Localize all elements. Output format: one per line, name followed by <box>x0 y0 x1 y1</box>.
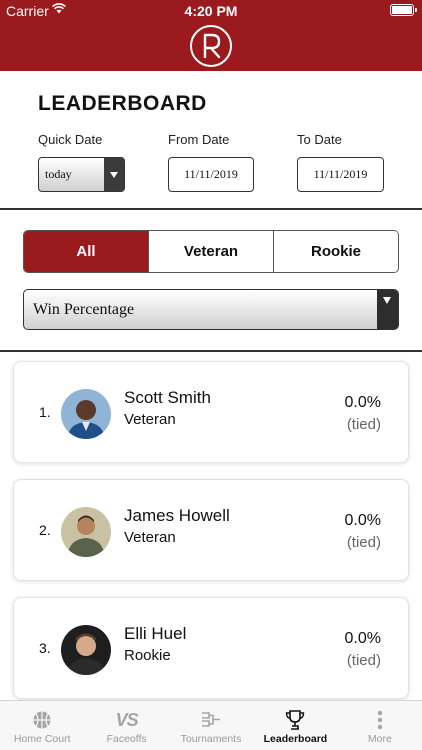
win-percentage: 0.0% <box>344 512 381 529</box>
tab-tournaments[interactable]: Tournaments <box>169 701 253 750</box>
filters-divider <box>0 208 422 210</box>
tab-home-court[interactable]: Home Court <box>0 701 84 750</box>
tab-faceoffs[interactable]: VS Faceoffs <box>84 701 168 750</box>
quick-date-value: today <box>45 167 72 181</box>
avatar <box>61 625 111 675</box>
to-date-field[interactable]: 11/11/2019 <box>297 157 384 192</box>
vs-icon: VS <box>115 709 139 730</box>
leaderboard-card[interactable]: 3. Elli Huel Rookie 0.0% (tied) <box>13 597 409 699</box>
page-title: LEADERBOARD <box>38 92 207 115</box>
bottom-tab-bar: Home Court VS Faceoffs Tournaments Leade… <box>0 700 422 750</box>
r-logo-icon <box>190 25 232 67</box>
tier-segmented-control: All Veteran Rookie <box>23 230 399 273</box>
segment-all[interactable]: All <box>24 231 148 272</box>
quick-date-select[interactable]: today <box>38 157 125 192</box>
metric-select[interactable]: Win Percentage <box>23 289 399 330</box>
tab-label: Tournaments <box>180 733 242 745</box>
from-date-label: From Date <box>168 132 230 147</box>
leaderboard-card[interactable]: 2. James Howell Veteran 0.0% (tied) <box>13 479 409 581</box>
list-divider <box>0 350 422 352</box>
to-date-label: To Date <box>297 132 342 147</box>
metric-value: Win Percentage <box>33 301 135 318</box>
tie-note: (tied) <box>346 416 381 433</box>
rank-number: 2. <box>39 522 51 538</box>
player-tier: Rookie <box>124 647 171 664</box>
quick-date-label: Quick Date <box>38 132 103 147</box>
avatar <box>61 389 111 439</box>
tab-more[interactable]: More <box>338 701 422 750</box>
status-bar: Carrier 4:20 PM <box>0 0 422 22</box>
dropdown-arrow-icon <box>377 290 398 329</box>
tab-label: Faceoffs <box>106 733 147 745</box>
leaderboard-card[interactable]: 1. Scott Smith Veteran 0.0% (tied) <box>13 361 409 463</box>
battery-icon <box>390 4 417 16</box>
bracket-icon <box>199 709 223 731</box>
avatar <box>61 507 111 557</box>
player-tier: Veteran <box>124 529 176 546</box>
tie-note: (tied) <box>346 652 381 669</box>
from-date-field[interactable]: 11/11/2019 <box>168 157 254 192</box>
player-name: James Howell <box>124 506 230 525</box>
tab-label: Home Court <box>13 733 71 745</box>
segment-veteran[interactable]: Veteran <box>148 231 273 272</box>
win-percentage: 0.0% <box>344 394 381 411</box>
player-tier: Veteran <box>124 411 176 428</box>
basketball-icon <box>30 709 54 731</box>
more-vertical-icon <box>368 709 392 731</box>
segment-rookie[interactable]: Rookie <box>273 231 398 272</box>
rank-number: 3. <box>39 640 51 656</box>
status-time: 4:20 PM <box>184 3 238 19</box>
tab-label: Leaderboard <box>263 733 328 745</box>
tab-leaderboard[interactable]: Leaderboard <box>253 701 337 750</box>
player-name: Elli Huel <box>124 624 187 643</box>
rank-number: 1. <box>39 404 51 420</box>
dropdown-arrow-icon <box>104 158 124 191</box>
app-header: Carrier 4:20 PM <box>0 0 422 71</box>
player-name: Scott Smith <box>124 388 211 407</box>
tie-note: (tied) <box>346 534 381 551</box>
tab-label: More <box>367 733 392 745</box>
trophy-icon <box>283 709 307 731</box>
win-percentage: 0.0% <box>344 630 381 647</box>
